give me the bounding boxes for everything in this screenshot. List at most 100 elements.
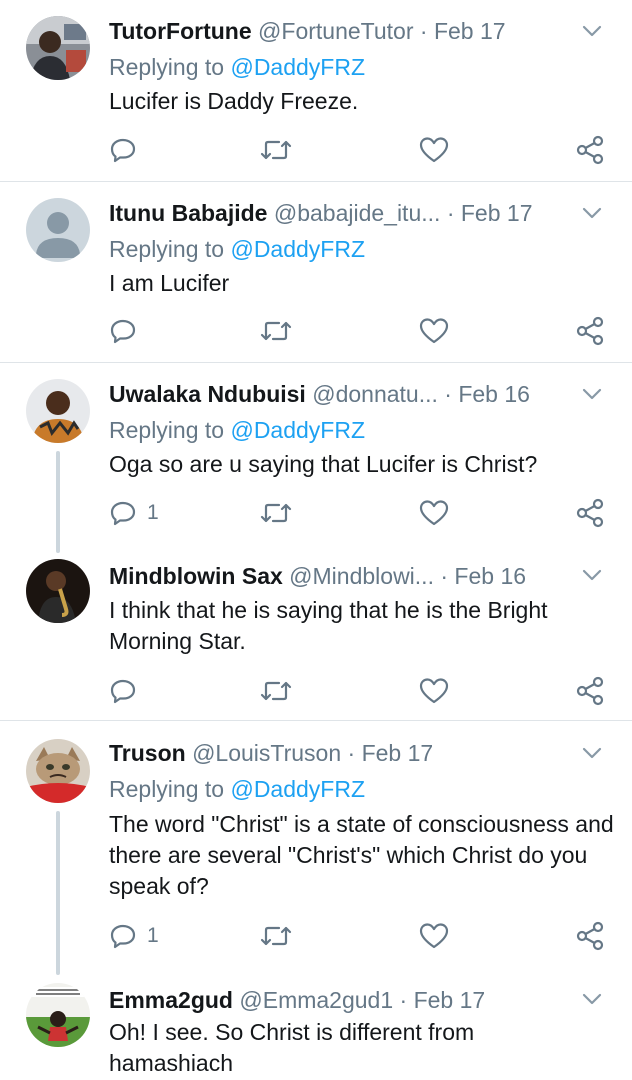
- share-button[interactable]: [575, 921, 605, 951]
- reply-button[interactable]: 1: [109, 921, 159, 951]
- author-name[interactable]: Mindblowin Sax: [109, 563, 283, 589]
- separator-dot: ·: [446, 200, 455, 226]
- separator-dot: ·: [347, 740, 356, 766]
- retweet-icon: [260, 321, 292, 341]
- tweet-item[interactable]: Uwalaka Ndubuisi @donnatu... · Feb 16 Re…: [0, 363, 632, 553]
- avatar[interactable]: [26, 739, 90, 803]
- like-button[interactable]: [419, 921, 449, 951]
- tweet-item[interactable]: Mindblowin Sax @Mindblowi... · Feb 16 I …: [0, 553, 632, 720]
- avatar[interactable]: [26, 379, 90, 443]
- tweet-item[interactable]: Truson @LouisTruson · Feb 17 Replying to…: [0, 721, 632, 975]
- tweet-actions: 1: [109, 921, 609, 951]
- tweet-actions: [109, 316, 609, 346]
- like-button[interactable]: [419, 676, 449, 706]
- reply-button[interactable]: [109, 135, 147, 165]
- tweet-date[interactable]: Feb 17: [434, 18, 506, 44]
- retweet-icon: [260, 681, 292, 701]
- author-handle[interactable]: @LouisTruson: [192, 740, 341, 766]
- reply-button[interactable]: [109, 676, 147, 706]
- author-handle[interactable]: @FortuneTutor: [258, 18, 413, 44]
- retweet-button[interactable]: [259, 498, 293, 528]
- like-button[interactable]: [419, 498, 449, 528]
- author-name[interactable]: Itunu Babajide: [109, 200, 267, 226]
- thread-line: [56, 451, 60, 553]
- separator-dot: ·: [440, 563, 449, 589]
- share-button[interactable]: [575, 135, 605, 165]
- tweet-date[interactable]: Feb 17: [461, 200, 533, 226]
- chevron-down-icon[interactable]: [580, 201, 604, 225]
- author-name[interactable]: TutorFortune: [109, 18, 252, 44]
- tweet-date[interactable]: Feb 16: [458, 381, 530, 407]
- tweet-header: Uwalaka Ndubuisi @donnatu... · Feb 16: [109, 377, 549, 411]
- author-handle[interactable]: @donnatu...: [312, 381, 438, 407]
- share-icon: [576, 498, 604, 528]
- chevron-down-icon[interactable]: [580, 19, 604, 43]
- tweet-date[interactable]: Feb 16: [454, 563, 526, 589]
- chevron-down-icon[interactable]: [580, 987, 604, 1011]
- separator-dot: ·: [399, 987, 408, 1013]
- replying-to-mention[interactable]: @DaddyFRZ: [230, 776, 365, 802]
- like-button[interactable]: [419, 316, 449, 346]
- author-name[interactable]: Truson: [109, 740, 186, 766]
- retweet-button[interactable]: [259, 135, 293, 165]
- chevron-down-icon[interactable]: [580, 741, 604, 765]
- retweet-button[interactable]: [259, 921, 293, 951]
- replying-to: Replying to @DaddyFRZ: [109, 414, 365, 446]
- separator-dot: ·: [419, 18, 428, 44]
- tweet-text: Oga so are u saying that Lucifer is Chri…: [109, 451, 538, 477]
- replying-to-label: Replying to: [109, 776, 225, 802]
- author-handle[interactable]: @babajide_itu...: [274, 200, 441, 226]
- reply-icon: [110, 501, 136, 526]
- share-icon: [576, 921, 604, 951]
- chevron-down-icon[interactable]: [580, 382, 604, 406]
- chevron-down-icon[interactable]: [580, 563, 604, 587]
- tweet-text: The word "Christ" is a state of consciou…: [109, 811, 614, 899]
- tweet-actions: [109, 676, 609, 706]
- tweet-header: Emma2gud @Emma2gud1 · Feb 17: [109, 983, 549, 1017]
- author-name[interactable]: Emma2gud: [109, 987, 233, 1013]
- separator-dot: ·: [444, 381, 452, 407]
- tweet-text: I think that he is saying that he is the…: [109, 597, 548, 654]
- share-icon: [576, 676, 604, 706]
- replying-to: Replying to @DaddyFRZ: [109, 51, 365, 83]
- avatar[interactable]: [26, 16, 90, 80]
- like-button[interactable]: [419, 135, 449, 165]
- tweet-item[interactable]: Emma2gud @Emma2gud1 · Feb 17 Oh! I see. …: [0, 975, 632, 1080]
- replying-to: Replying to @DaddyFRZ: [109, 773, 365, 805]
- retweet-icon: [260, 140, 292, 160]
- reply-button[interactable]: [109, 316, 147, 346]
- tweet-header: Itunu Babajide @babajide_itu... · Feb 17: [109, 196, 549, 230]
- share-icon: [576, 316, 604, 346]
- replying-to-mention[interactable]: @DaddyFRZ: [230, 417, 365, 443]
- like-icon: [419, 137, 449, 163]
- avatar[interactable]: [26, 983, 90, 1047]
- replying-to-mention[interactable]: @DaddyFRZ: [230, 54, 365, 80]
- share-button[interactable]: [575, 676, 605, 706]
- tweet-date[interactable]: Feb 17: [362, 740, 434, 766]
- retweet-icon: [260, 503, 292, 523]
- avatar[interactable]: [26, 198, 90, 262]
- replying-to-label: Replying to: [109, 417, 225, 443]
- tweet-date[interactable]: Feb 17: [414, 987, 486, 1013]
- like-icon: [419, 923, 449, 949]
- share-button[interactable]: [575, 316, 605, 346]
- share-icon: [576, 135, 604, 165]
- tweet-item[interactable]: Itunu Babajide @babajide_itu... · Feb 17…: [0, 182, 632, 362]
- thread-line: [56, 811, 60, 975]
- author-name[interactable]: Uwalaka Ndubuisi: [109, 381, 306, 407]
- tweet-text: Lucifer is Daddy Freeze.: [109, 88, 359, 114]
- author-handle[interactable]: @Mindblowi...: [289, 563, 434, 589]
- avatar[interactable]: [26, 559, 90, 623]
- tweet-item[interactable]: TutorFortune @FortuneTutor · Feb 17 Repl…: [0, 0, 632, 181]
- share-button[interactable]: [575, 498, 605, 528]
- retweet-button[interactable]: [259, 676, 293, 706]
- reply-count: 1: [147, 501, 159, 524]
- author-handle[interactable]: @Emma2gud1: [239, 987, 393, 1013]
- like-icon: [419, 500, 449, 526]
- reply-button[interactable]: 1: [109, 498, 159, 528]
- retweet-button[interactable]: [259, 316, 293, 346]
- reply-icon: [110, 138, 136, 163]
- replying-to-mention[interactable]: @DaddyFRZ: [230, 236, 365, 262]
- reply-icon: [110, 679, 136, 704]
- tweet-actions: [109, 135, 609, 165]
